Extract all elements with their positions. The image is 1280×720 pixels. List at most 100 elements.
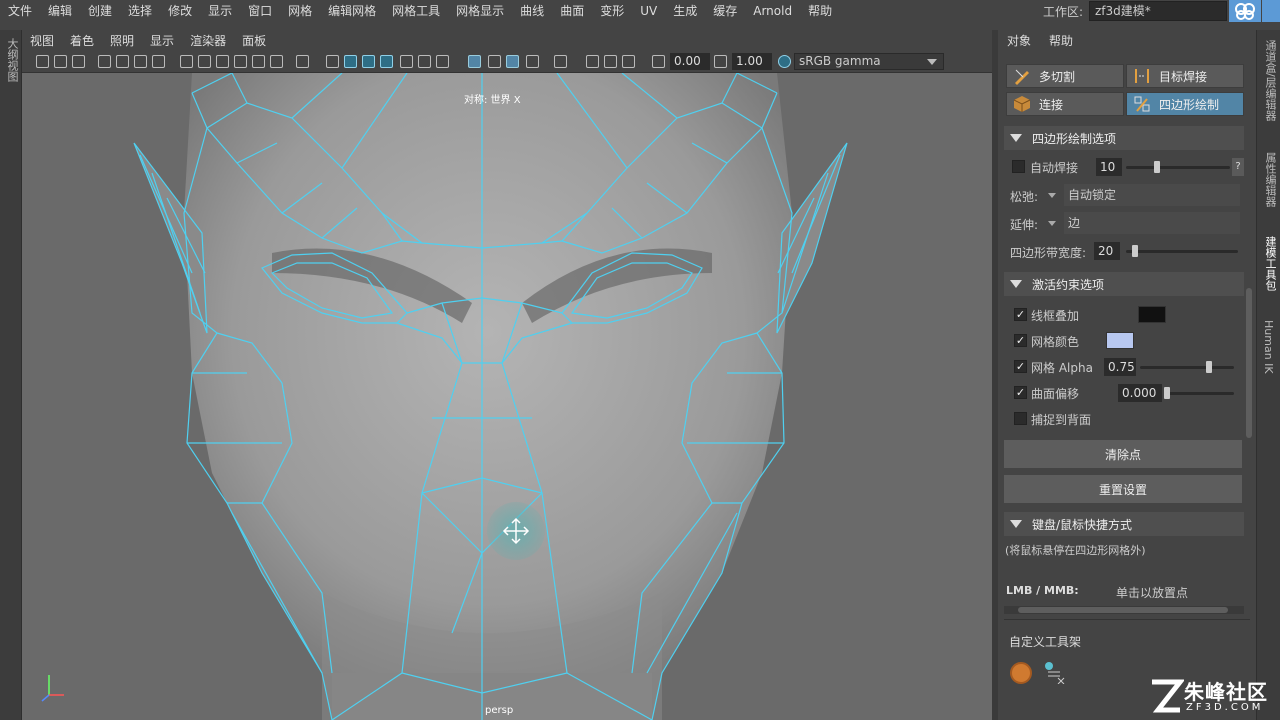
workspace-toggle-button[interactable] — [1229, 0, 1261, 22]
multicut-button[interactable]: 多切割 — [1006, 64, 1124, 88]
wire-overlay-color-swatch[interactable] — [1138, 306, 1166, 323]
menu-item-10[interactable]: 网格显示 — [448, 0, 512, 22]
menu-item-1[interactable]: 编辑 — [40, 0, 80, 22]
auto-weld-help-button[interactable]: ? — [1232, 158, 1244, 176]
extend-dropdown-icon[interactable] — [1048, 221, 1056, 226]
outliner-tab[interactable]: 大纲视图 — [4, 38, 20, 82]
shelf-tool-icon-1[interactable] — [1010, 662, 1032, 684]
isolate-select-icon[interactable] — [296, 55, 309, 68]
strip-width-slider-handle[interactable] — [1132, 245, 1138, 257]
surface-offset-slider-handle[interactable] — [1164, 387, 1170, 399]
strip-width-field[interactable]: 20 — [1094, 242, 1120, 260]
mesh-color-swatch[interactable] — [1106, 332, 1134, 349]
menu-help[interactable]: 帮助 — [1040, 32, 1082, 49]
menu-item-17[interactable]: Arnold — [745, 0, 800, 22]
shortcuts-header[interactable]: 键盘/鼠标快捷方式 — [1004, 512, 1244, 536]
menu-item-18[interactable]: 帮助 — [800, 0, 840, 22]
wireframe-icon[interactable] — [326, 55, 339, 68]
safe-action-icon[interactable] — [252, 55, 265, 68]
xray-active-icon[interactable] — [506, 55, 519, 68]
image-plane-icon[interactable] — [98, 55, 111, 68]
menu-object[interactable]: 对象 — [998, 32, 1040, 49]
colorspace-select[interactable]: sRGB gamma — [794, 53, 944, 70]
grease-pencil-icon[interactable] — [134, 55, 147, 68]
surface-offset-slider[interactable] — [1166, 392, 1234, 395]
menu-item-9[interactable]: 网格工具 — [384, 0, 448, 22]
xray-icon[interactable] — [468, 55, 481, 68]
lights-icon[interactable] — [400, 55, 413, 68]
mesh-alpha-slider[interactable] — [1140, 366, 1234, 369]
horizontal-scrollbar[interactable] — [1004, 606, 1244, 614]
select-camera-icon[interactable] — [36, 55, 49, 68]
strip-width-slider[interactable] — [1126, 250, 1238, 253]
auto-weld-slider-handle[interactable] — [1154, 161, 1160, 173]
auto-weld-field[interactable]: 10 — [1096, 158, 1122, 176]
viewport-canvas[interactable] — [22, 73, 992, 720]
mesh-color-checkbox[interactable]: ✓ — [1014, 334, 1027, 347]
xray-joints-icon[interactable] — [488, 55, 501, 68]
mesh-alpha-field[interactable]: 0.75 — [1104, 358, 1136, 376]
camera-frame-icon[interactable] — [622, 55, 635, 68]
tab-channel-box[interactable]: 通道盒/层编辑器 — [1262, 40, 1278, 140]
menu-item-5[interactable]: 显示 — [200, 0, 240, 22]
tab-modeling-toolkit[interactable]: 建模工具包 — [1262, 236, 1278, 310]
shelf-tool-icon-2[interactable] — [1042, 660, 1066, 685]
auto-weld-slider[interactable] — [1126, 166, 1230, 169]
menu-item-13[interactable]: 变形 — [592, 0, 632, 22]
gate-mask-icon[interactable] — [216, 55, 229, 68]
menu-item-14[interactable]: UV — [632, 0, 665, 22]
workspace-select[interactable]: zf3d建模* — [1089, 1, 1227, 21]
2d-pan-icon[interactable] — [116, 55, 129, 68]
camera-attributes-icon[interactable] — [54, 55, 67, 68]
resolution-gate-icon[interactable] — [198, 55, 211, 68]
quad-draw-button[interactable]: 四边形绘制 — [1126, 92, 1244, 116]
panel-menu-item-5[interactable]: 面板 — [234, 32, 274, 49]
workspace-extra-button[interactable] — [1262, 0, 1280, 22]
wireframe-on-shaded-icon[interactable] — [362, 55, 375, 68]
relax-select[interactable]: 自动锁定 — [1064, 184, 1240, 206]
menu-item-2[interactable]: 创建 — [80, 0, 120, 22]
field-chart-icon[interactable] — [234, 55, 247, 68]
menu-item-7[interactable]: 网格 — [280, 0, 320, 22]
reset-settings-button[interactable]: 重置设置 — [1004, 475, 1242, 503]
mesh-alpha-checkbox[interactable]: ✓ — [1014, 360, 1027, 373]
perspective-viewport[interactable]: 对称: 世界 X persp — [22, 73, 992, 720]
menu-item-3[interactable]: 选择 — [120, 0, 160, 22]
panel-menu-item-1[interactable]: 着色 — [62, 32, 102, 49]
hud-icon[interactable] — [586, 55, 599, 68]
grid-toggle-icon[interactable] — [152, 55, 165, 68]
menu-item-8[interactable]: 编辑网格 — [320, 0, 384, 22]
safe-title-icon[interactable] — [270, 55, 283, 68]
gamma-field[interactable]: 1.00 — [732, 53, 772, 70]
menu-item-15[interactable]: 生成 — [665, 0, 705, 22]
ambient-occlusion-icon[interactable] — [436, 55, 449, 68]
connect-button[interactable]: 连接 — [1006, 92, 1124, 116]
snap-backface-checkbox[interactable] — [1014, 412, 1027, 425]
panel-menu-item-0[interactable]: 视图 — [22, 32, 62, 49]
clear-points-button[interactable]: 清除点 — [1004, 440, 1242, 468]
surface-offset-checkbox[interactable]: ✓ — [1014, 386, 1027, 399]
shadows-icon[interactable] — [418, 55, 431, 68]
mesh-alpha-slider-handle[interactable] — [1206, 361, 1212, 373]
motion-blur-icon[interactable] — [526, 55, 539, 68]
menu-item-12[interactable]: 曲面 — [552, 0, 592, 22]
color-management-icon[interactable] — [778, 55, 791, 68]
isolate-view-icon[interactable] — [554, 55, 567, 68]
panel-menu-item-2[interactable]: 照明 — [102, 32, 142, 49]
smooth-shade-icon[interactable] — [344, 55, 357, 68]
tab-human-ik[interactable]: Human IK — [1262, 320, 1275, 390]
auto-weld-checkbox[interactable] — [1012, 160, 1025, 173]
panel-menu-item-4[interactable]: 渲染器 — [182, 32, 234, 49]
wire-overlay-checkbox[interactable]: ✓ — [1014, 308, 1027, 321]
surface-offset-field[interactable]: 0.000 — [1118, 384, 1162, 402]
constraint-options-header[interactable]: 激活约束选项 — [1004, 272, 1244, 296]
horizontal-scroll-thumb[interactable] — [1018, 607, 1228, 613]
target-weld-button[interactable]: 目标焊接 — [1126, 64, 1244, 88]
film-gate-icon[interactable] — [180, 55, 193, 68]
bookmark-icon[interactable] — [72, 55, 85, 68]
relax-dropdown-icon[interactable] — [1048, 193, 1056, 198]
menu-item-6[interactable]: 窗口 — [240, 0, 280, 22]
menu-item-11[interactable]: 曲线 — [512, 0, 552, 22]
textured-icon[interactable] — [380, 55, 393, 68]
menu-item-16[interactable]: 缓存 — [705, 0, 745, 22]
